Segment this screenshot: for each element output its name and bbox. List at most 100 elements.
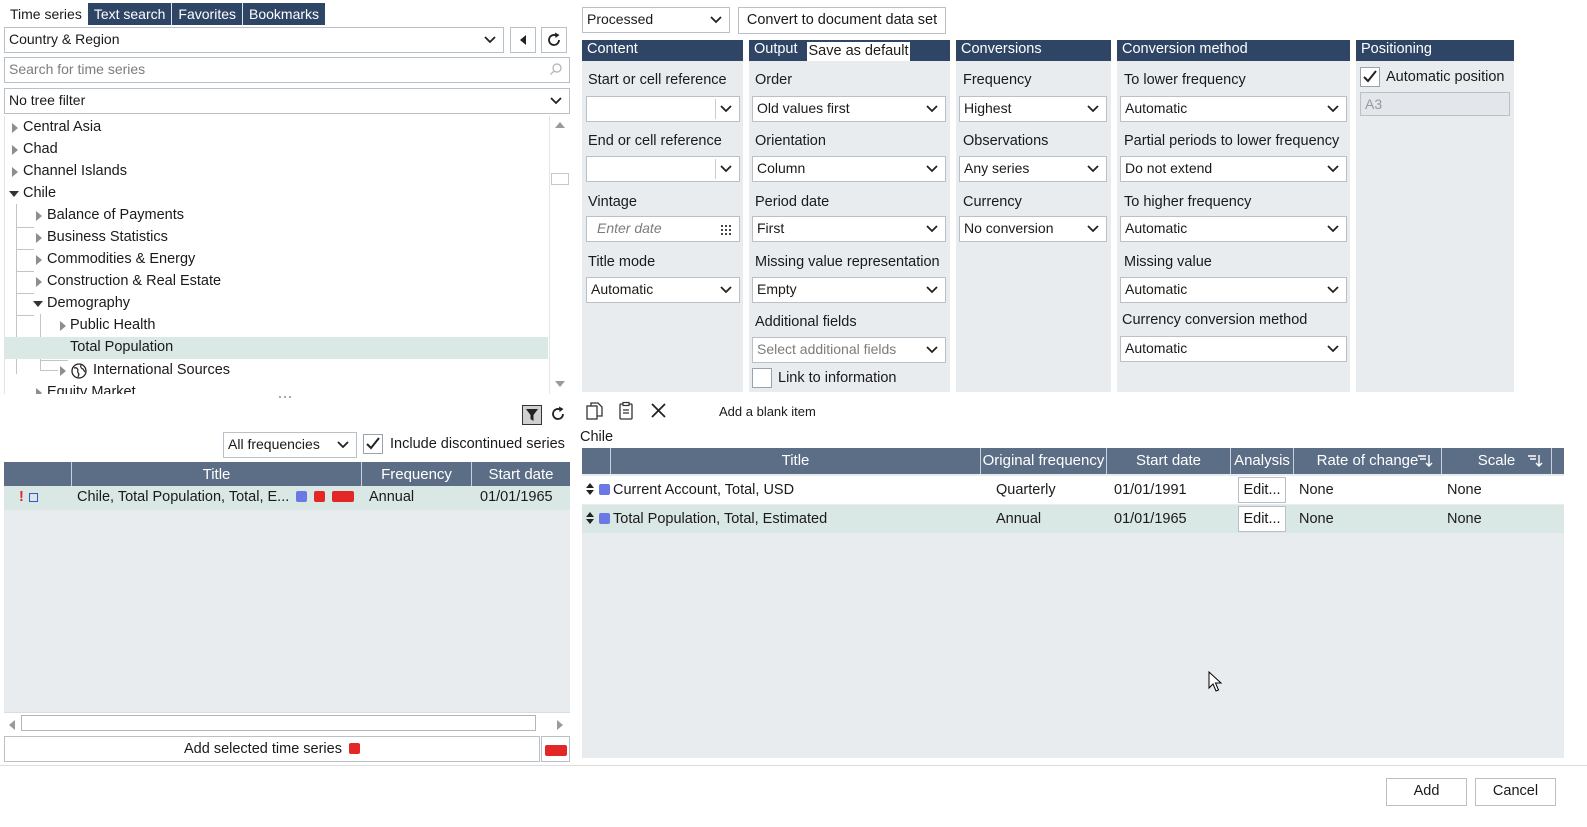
observations-select[interactable]: Any series [959,156,1107,182]
cancel-button[interactable]: Cancel [1475,778,1556,806]
frequency-select[interactable]: Highest [959,96,1107,122]
expand-icon[interactable] [12,167,18,177]
chevron-down-icon[interactable] [719,160,733,178]
drag-handle-icon[interactable] [586,512,594,524]
collapse-icon[interactable] [9,191,19,197]
period-date-select[interactable]: First [752,216,946,242]
tree-item-chad[interactable]: Chad [5,139,548,161]
tree-filter-select[interactable]: No tree filter [4,88,570,114]
scroll-down-icon[interactable] [554,379,566,389]
column-header-frequency[interactable]: Frequency [362,462,472,488]
tab-bookmarks[interactable]: Bookmarks [242,3,325,25]
tree-item-public-health[interactable]: Public Health [5,315,548,337]
frequency-filter-select[interactable]: All frequencies [223,432,357,458]
currency-method-select[interactable]: Automatic [1120,336,1347,362]
region-select[interactable]: Country & Region [4,27,504,53]
copy-icon[interactable] [585,401,605,421]
scroll-left-icon[interactable] [7,719,17,731]
chevron-down-icon[interactable] [719,100,733,118]
refresh-tree-button[interactable] [541,27,567,53]
tree-item-international-sources[interactable]: International Sources [5,360,548,382]
column-header-select[interactable] [4,462,72,488]
expand-icon[interactable] [60,321,66,331]
convert-document-button[interactable]: Convert to document data set [738,7,946,34]
tree-item-central-asia[interactable]: Central Asia [5,117,548,139]
start-reference-input[interactable] [586,96,740,122]
expand-icon[interactable] [36,211,42,221]
scroll-thumb[interactable] [21,715,536,731]
expand-icon[interactable] [36,277,42,287]
add-expand-button[interactable] [541,736,570,762]
tree-item-equity-market[interactable]: Equity Market [5,382,548,394]
search-input[interactable]: Search for time series [4,57,570,83]
orientation-select[interactable]: Column [752,156,946,182]
add-blank-item-button[interactable]: Add a blank item [719,404,816,419]
end-reference-input[interactable] [586,156,740,182]
drag-handle-icon[interactable] [586,483,594,495]
currency-select[interactable]: No conversion [959,216,1107,242]
expand-icon[interactable] [12,145,18,155]
back-button[interactable] [510,27,536,53]
column-header-title[interactable]: Title [611,448,981,474]
higher-frequency-select[interactable]: Automatic [1120,216,1347,242]
collapse-icon[interactable] [33,301,43,307]
calendar-grid-icon[interactable] [719,220,733,238]
close-icon[interactable] [649,401,669,421]
add-expand-badge-icon[interactable] [332,490,355,502]
table-row[interactable]: ! Chile, Total Population, Total, E... A… [4,486,570,510]
add-button[interactable]: Add [1386,778,1467,806]
order-select[interactable]: Old values first [752,96,946,122]
table-row[interactable]: Current Account, Total, USD Quarterly 01… [582,476,1564,504]
tree-item-demography[interactable]: Demography [5,293,548,315]
partial-periods-select[interactable]: Do not extend [1120,156,1347,182]
expand-icon[interactable] [36,233,42,243]
splitter-handle[interactable] [279,396,293,400]
list-hscrollbar[interactable] [4,712,570,734]
column-header-title[interactable]: Title [72,462,362,488]
filter-button[interactable] [522,405,542,425]
scroll-up-icon[interactable] [554,120,566,130]
expand-icon[interactable] [36,255,42,265]
tree-item-construction-real-estate[interactable]: Construction & Real Estate [5,271,548,293]
tree-item-total-population[interactable]: Total Population [5,337,548,359]
tree-item-balance-of-payments[interactable]: Balance of Payments [5,205,548,227]
mode-select[interactable]: Processed [582,7,730,33]
refresh-list-button[interactable] [549,405,569,425]
row-scale[interactable]: None [1447,511,1482,527]
table-row[interactable]: Total Population, Total, Estimated Annua… [582,505,1564,533]
vintage-date-input[interactable]: Enter date [586,216,740,242]
row-rate-of-change[interactable]: None [1299,511,1334,527]
tree-scrollbar[interactable] [549,116,570,394]
sort-icon[interactable] [1417,454,1433,468]
missing-value-select[interactable]: Empty [752,277,946,303]
method-missing-select[interactable]: Automatic [1120,277,1347,303]
sort-icon[interactable] [1527,454,1543,468]
row-scale[interactable]: None [1447,482,1482,498]
title-mode-select[interactable]: Automatic [586,277,740,303]
info-badge-icon[interactable] [296,490,308,502]
expand-icon[interactable] [60,366,66,376]
column-header-scale[interactable]: Scale [1442,448,1552,474]
column-header-start-date[interactable]: Start date [1107,448,1231,474]
tree-item-chile[interactable]: Chile [5,183,548,205]
paste-icon[interactable] [616,401,636,421]
column-header-rate-of-change[interactable]: Rate of change [1294,448,1442,474]
row-rate-of-change[interactable]: None [1299,482,1334,498]
include-discontinued-checkbox[interactable] [363,434,383,454]
tree-item-channel-islands[interactable]: Channel Islands [5,161,548,183]
column-header-start-date[interactable]: Start date [472,462,570,488]
additional-fields-select[interactable]: Select additional fields [752,337,946,363]
add-badge-icon[interactable] [314,490,326,502]
edit-analysis-button[interactable]: Edit... [1238,477,1286,503]
lower-frequency-select[interactable]: Automatic [1120,96,1347,122]
column-header-analysis[interactable]: Analysis [1231,448,1294,474]
expand-icon[interactable] [12,123,18,133]
save-as-default-button[interactable]: Save as default [807,42,910,61]
edit-analysis-button[interactable]: Edit... [1238,506,1286,532]
column-header-original-frequency[interactable]: Original frequency [981,448,1107,474]
expand-icon[interactable] [36,388,42,394]
info-badge-icon[interactable] [599,513,610,524]
add-selected-button[interactable]: Add selected time series [4,736,540,762]
tree-item-commodities-energy[interactable]: Commodities & Energy [5,249,548,271]
info-badge-icon[interactable] [599,484,610,495]
